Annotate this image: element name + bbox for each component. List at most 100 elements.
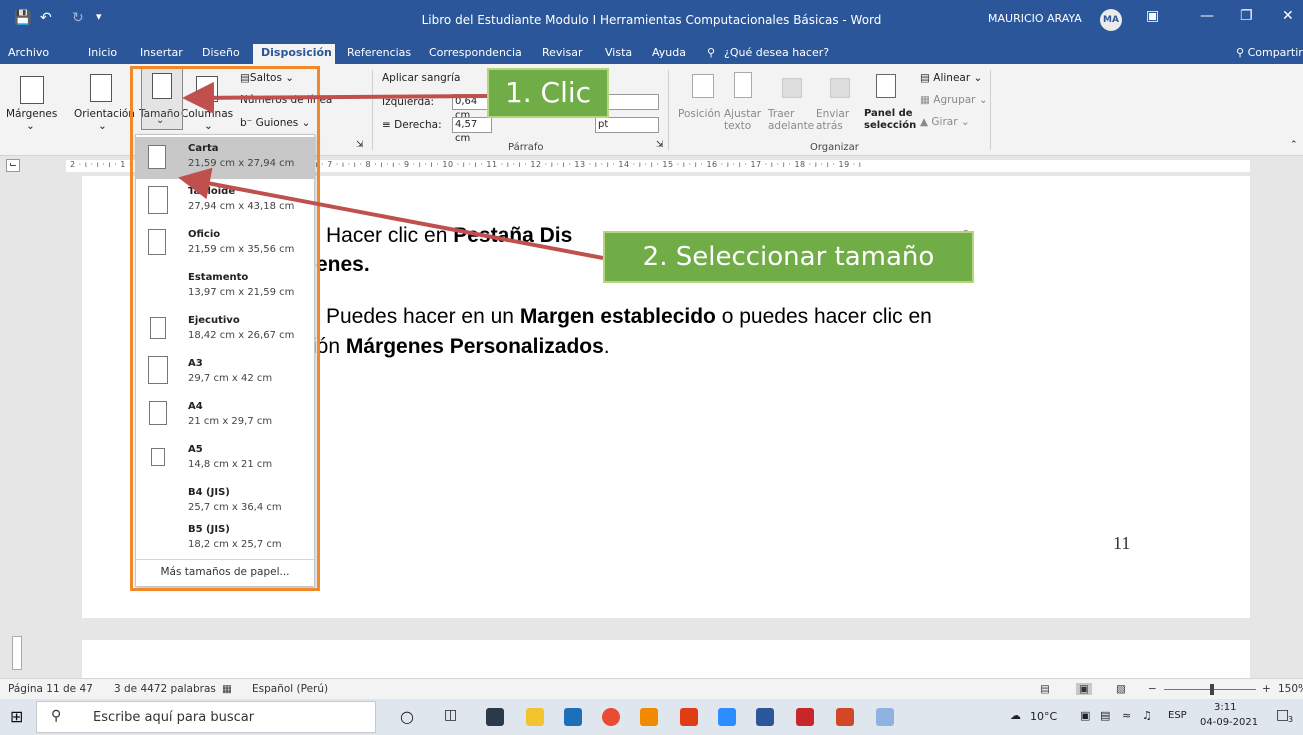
input-language[interactable]: ESP <box>1168 710 1187 721</box>
title-bar: 💾 ↶ ↻ ▾ Libro del Estudiante Modulo I He… <box>0 0 1303 42</box>
page-count[interactable]: Página 11 de 47 <box>8 683 93 695</box>
tell-me-search[interactable]: ¿Qué desea hacer? <box>724 46 829 59</box>
close-icon[interactable]: ✕ <box>1282 8 1294 24</box>
task-view-icon[interactable]: ◫ <box>444 707 457 723</box>
print-layout-icon[interactable]: ▣ <box>1076 683 1092 695</box>
zoom-slider-thumb[interactable] <box>1210 684 1214 695</box>
orientation-button[interactable]: Orientación <box>74 108 135 120</box>
tab-disposicion[interactable]: Disposición <box>253 44 335 64</box>
minimize-icon[interactable]: — <box>1200 8 1214 24</box>
page-number: 11 <box>1113 533 1131 553</box>
tab-diseno[interactable]: Diseño <box>202 46 240 59</box>
send-backward-button[interactable]: Enviar atrás <box>816 108 856 132</box>
tab-referencias[interactable]: Referencias <box>347 46 411 59</box>
group-organizar: Organizar <box>810 142 859 153</box>
lightbulb-icon: ⚲ <box>707 46 716 59</box>
cortana-icon[interactable]: ○ <box>400 707 414 726</box>
zoom-level[interactable]: 150% <box>1278 683 1303 695</box>
acrobat-icon[interactable] <box>796 708 814 726</box>
tab-insertar[interactable]: Insertar <box>140 46 183 59</box>
doc-line-3[interactable]: Puedes hacer en un Margen establecido o … <box>326 305 932 329</box>
group-button[interactable]: ▦ Agrupar ⌄ <box>920 94 988 106</box>
notifications-count[interactable]: 3 <box>1288 715 1293 724</box>
align-button[interactable]: ▤ Alinear ⌄ <box>920 72 982 84</box>
page-setup-launcher-icon[interactable]: ⇲ <box>356 140 364 150</box>
windows-start-icon[interactable]: ⊞ <box>10 707 23 726</box>
person-icon: ⚲ <box>1236 46 1245 59</box>
weather-icon[interactable]: ☁ <box>1010 709 1021 722</box>
tab-revisar[interactable]: Revisar <box>542 46 582 59</box>
indent-heading: Aplicar sangría <box>382 72 461 84</box>
word-icon[interactable] <box>756 708 774 726</box>
tab-inicio[interactable]: Inicio <box>88 46 117 59</box>
mail-icon[interactable] <box>564 708 582 726</box>
paint-icon[interactable] <box>876 708 894 726</box>
web-layout-icon[interactable]: ▧ <box>1116 683 1126 695</box>
doc-line-4-bold: Márgenes Personalizados <box>345 335 604 358</box>
temperature[interactable]: 10°C <box>1030 710 1057 723</box>
search-placeholder: Escribe aquí para buscar <box>93 710 255 725</box>
chrome-icon[interactable] <box>602 708 620 726</box>
store-icon[interactable] <box>486 708 504 726</box>
wrap-text-button[interactable]: Ajustar texto <box>724 108 764 132</box>
meet-icon[interactable]: ▣ <box>1080 709 1090 722</box>
rotate-button[interactable]: ▲ Girar ⌄ <box>920 116 970 128</box>
avatar[interactable]: MA <box>1100 9 1122 31</box>
orientation-chevron-icon[interactable]: ⌄ <box>98 120 107 132</box>
doc-line-3-pre: Puedes hacer en un <box>326 305 520 328</box>
vlc-icon[interactable] <box>640 708 658 726</box>
callout-step-2: 2. Seleccionar tamaño <box>603 231 974 283</box>
bring-forward-button[interactable]: Traer adelante <box>768 108 814 132</box>
wrap-text-icon[interactable] <box>734 72 752 98</box>
selection-pane-icon[interactable] <box>876 74 896 98</box>
network-icon[interactable]: ▤ <box>1100 709 1110 722</box>
ribbon-display-icon[interactable]: ▣ <box>1146 8 1159 24</box>
doc-line-2[interactable]: enes. <box>316 253 370 277</box>
share-button[interactable]: ⚲ Compartir <box>1236 46 1303 59</box>
zoom-in-icon[interactable]: + <box>1262 683 1271 695</box>
wifi-icon[interactable]: ≈ <box>1122 709 1131 722</box>
taskbar: ⊞ ⚲ Escribe aquí para buscar ○ ◫ ☁ 10°C … <box>0 699 1303 735</box>
indent-right-input[interactable]: 4,57 cm <box>452 117 492 144</box>
doc-line-1[interactable]: Hacer clic en Pestaña Dis <box>326 224 572 248</box>
zoom-app-icon[interactable] <box>718 708 736 726</box>
file-explorer-icon[interactable] <box>526 708 544 726</box>
office-icon[interactable] <box>680 708 698 726</box>
tab-ayuda[interactable]: Ayuda <box>652 46 686 59</box>
powerpoint-icon[interactable] <box>836 708 854 726</box>
tab-correspondencia[interactable]: Correspondencia <box>429 46 522 59</box>
spacing-after-input[interactable]: pt <box>595 117 659 133</box>
page-next[interactable] <box>82 640 1250 680</box>
user-name[interactable]: MAURICIO ARAYA <box>988 12 1082 25</box>
selection-pane-button[interactable]: Panel de selección <box>864 108 916 132</box>
indent-left-input[interactable]: 0,64 cm <box>452 94 492 121</box>
language[interactable]: Español (Perú) <box>252 683 328 695</box>
send-backward-icon[interactable] <box>830 78 850 98</box>
clock-time[interactable]: 3:11 <box>1214 702 1236 713</box>
restore-icon[interactable]: ❐ <box>1240 8 1253 24</box>
margins-chevron-icon[interactable]: ⌄ <box>26 120 35 132</box>
search-icon: ⚲ <box>51 708 62 724</box>
read-mode-icon[interactable]: ▤ <box>1040 683 1050 695</box>
collapse-ribbon-icon[interactable]: ⌃ <box>1290 140 1298 150</box>
proofing-icon[interactable]: ▦ <box>222 683 232 695</box>
bring-forward-icon[interactable] <box>782 78 802 98</box>
clock-date[interactable]: 04-09-2021 <box>1200 717 1258 728</box>
tab-selector-icon[interactable]: ⌙ <box>6 159 20 172</box>
taskbar-search[interactable]: ⚲ Escribe aquí para buscar <box>36 701 376 733</box>
tab-archivo[interactable]: Archivo <box>8 46 49 59</box>
group-parrafo: Párrafo <box>508 142 544 153</box>
volume-icon[interactable]: ♫ <box>1142 709 1152 722</box>
paragraph-launcher-icon[interactable]: ⇲ <box>656 140 664 150</box>
word-count[interactable]: 3 de 4472 palabras <box>114 683 216 695</box>
orientation-icon[interactable] <box>90 74 112 102</box>
doc-line-4[interactable]: ión Márgenes Personalizados. <box>312 335 610 359</box>
tab-vista[interactable]: Vista <box>605 46 632 59</box>
indent-right-text: Derecha: <box>394 119 442 131</box>
margins-button[interactable]: Márgenes <box>6 108 57 120</box>
margins-icon[interactable] <box>20 76 44 104</box>
indent-right-icon: ≡ <box>382 119 391 131</box>
zoom-out-icon[interactable]: − <box>1148 683 1157 695</box>
position-icon[interactable] <box>692 74 714 98</box>
position-button[interactable]: Posición <box>678 108 721 120</box>
